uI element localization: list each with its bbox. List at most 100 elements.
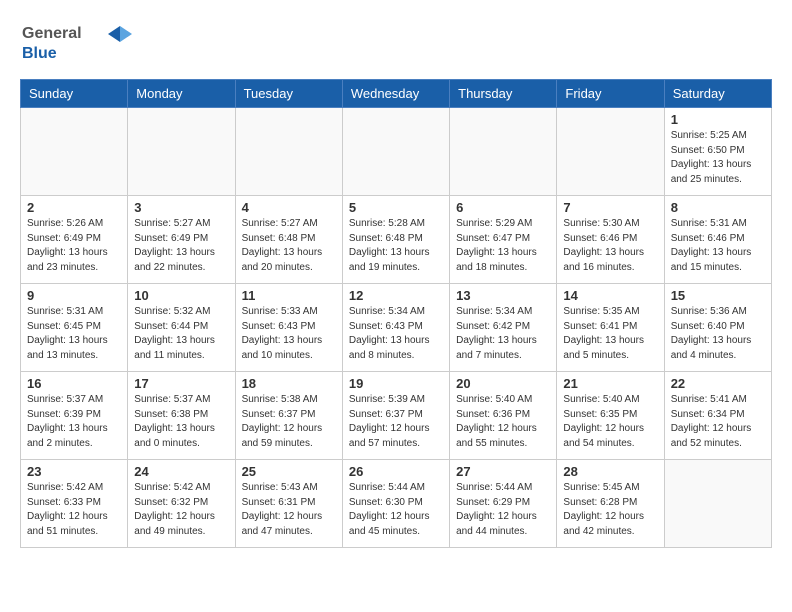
day-number: 6 <box>456 200 550 215</box>
page-container: General Blue SundayMondayTuesdayWednesda… <box>0 0 792 564</box>
calendar-cell <box>342 108 449 196</box>
weekday-header-saturday: Saturday <box>664 80 771 108</box>
day-info: Sunrise: 5:36 AM Sunset: 6:40 PM Dayligh… <box>671 305 765 363</box>
day-number: 3 <box>134 200 228 215</box>
day-info: Sunrise: 5:42 AM Sunset: 6:32 PM Dayligh… <box>134 481 228 539</box>
weekday-header-friday: Friday <box>557 80 664 108</box>
calendar-cell: 4 Sunrise: 5:27 AM Sunset: 6:48 PM Daylig… <box>235 196 342 284</box>
day-info: Sunrise: 5:37 AM Sunset: 6:38 PM Dayligh… <box>134 393 228 451</box>
day-info: Sunrise: 5:42 AM Sunset: 6:33 PM Dayligh… <box>27 481 121 539</box>
day-info: Sunrise: 5:27 AM Sunset: 6:49 PM Dayligh… <box>134 217 228 275</box>
calendar-cell: 20 Sunrise: 5:40 AM Sunset: 6:36 PM Dayli… <box>450 372 557 460</box>
day-info: Sunrise: 5:31 AM Sunset: 6:46 PM Dayligh… <box>671 217 765 275</box>
calendar-cell: 21 Sunrise: 5:40 AM Sunset: 6:35 PM Dayli… <box>557 372 664 460</box>
day-info: Sunrise: 5:39 AM Sunset: 6:37 PM Dayligh… <box>349 393 443 451</box>
day-info: Sunrise: 5:44 AM Sunset: 6:30 PM Dayligh… <box>349 481 443 539</box>
day-info: Sunrise: 5:34 AM Sunset: 6:43 PM Dayligh… <box>349 305 443 363</box>
calendar-cell <box>128 108 235 196</box>
calendar-cell <box>557 108 664 196</box>
week-row-4: 23 Sunrise: 5:42 AM Sunset: 6:33 PM Dayli… <box>21 460 772 548</box>
weekday-header-sunday: Sunday <box>21 80 128 108</box>
calendar-cell: 15 Sunrise: 5:36 AM Sunset: 6:40 PM Dayli… <box>664 284 771 372</box>
calendar-cell: 3 Sunrise: 5:27 AM Sunset: 6:49 PM Daylig… <box>128 196 235 284</box>
calendar-cell <box>450 108 557 196</box>
day-number: 20 <box>456 376 550 391</box>
day-number: 2 <box>27 200 121 215</box>
day-info: Sunrise: 5:29 AM Sunset: 6:47 PM Dayligh… <box>456 217 550 275</box>
calendar-cell: 24 Sunrise: 5:42 AM Sunset: 6:32 PM Dayli… <box>128 460 235 548</box>
day-number: 21 <box>563 376 657 391</box>
weekday-header-tuesday: Tuesday <box>235 80 342 108</box>
day-number: 4 <box>242 200 336 215</box>
day-info: Sunrise: 5:33 AM Sunset: 6:43 PM Dayligh… <box>242 305 336 363</box>
day-info: Sunrise: 5:25 AM Sunset: 6:50 PM Dayligh… <box>671 129 765 187</box>
calendar-cell: 9 Sunrise: 5:31 AM Sunset: 6:45 PM Daylig… <box>21 284 128 372</box>
logo-icon: General Blue <box>20 16 140 66</box>
day-number: 9 <box>27 288 121 303</box>
logo: General Blue <box>20 16 140 71</box>
day-info: Sunrise: 5:45 AM Sunset: 6:28 PM Dayligh… <box>563 481 657 539</box>
day-info: Sunrise: 5:41 AM Sunset: 6:34 PM Dayligh… <box>671 393 765 451</box>
calendar-cell: 14 Sunrise: 5:35 AM Sunset: 6:41 PM Dayli… <box>557 284 664 372</box>
calendar-cell: 6 Sunrise: 5:29 AM Sunset: 6:47 PM Daylig… <box>450 196 557 284</box>
day-number: 8 <box>671 200 765 215</box>
day-info: Sunrise: 5:34 AM Sunset: 6:42 PM Dayligh… <box>456 305 550 363</box>
calendar-cell: 17 Sunrise: 5:37 AM Sunset: 6:38 PM Dayli… <box>128 372 235 460</box>
day-number: 13 <box>456 288 550 303</box>
svg-text:Blue: Blue <box>22 45 57 62</box>
header: General Blue <box>20 16 772 71</box>
day-info: Sunrise: 5:37 AM Sunset: 6:39 PM Dayligh… <box>27 393 121 451</box>
day-info: Sunrise: 5:26 AM Sunset: 6:49 PM Dayligh… <box>27 217 121 275</box>
day-info: Sunrise: 5:43 AM Sunset: 6:31 PM Dayligh… <box>242 481 336 539</box>
calendar-table: SundayMondayTuesdayWednesdayThursdayFrid… <box>20 79 772 548</box>
calendar-cell: 11 Sunrise: 5:33 AM Sunset: 6:43 PM Dayli… <box>235 284 342 372</box>
week-row-3: 16 Sunrise: 5:37 AM Sunset: 6:39 PM Dayli… <box>21 372 772 460</box>
day-info: Sunrise: 5:40 AM Sunset: 6:36 PM Dayligh… <box>456 393 550 451</box>
day-number: 10 <box>134 288 228 303</box>
weekday-header-row: SundayMondayTuesdayWednesdayThursdayFrid… <box>21 80 772 108</box>
calendar-cell: 13 Sunrise: 5:34 AM Sunset: 6:42 PM Dayli… <box>450 284 557 372</box>
calendar-cell: 12 Sunrise: 5:34 AM Sunset: 6:43 PM Dayli… <box>342 284 449 372</box>
calendar-cell: 28 Sunrise: 5:45 AM Sunset: 6:28 PM Dayli… <box>557 460 664 548</box>
day-number: 16 <box>27 376 121 391</box>
calendar-cell: 7 Sunrise: 5:30 AM Sunset: 6:46 PM Daylig… <box>557 196 664 284</box>
day-info: Sunrise: 5:35 AM Sunset: 6:41 PM Dayligh… <box>563 305 657 363</box>
day-info: Sunrise: 5:40 AM Sunset: 6:35 PM Dayligh… <box>563 393 657 451</box>
day-number: 24 <box>134 464 228 479</box>
day-number: 15 <box>671 288 765 303</box>
day-number: 11 <box>242 288 336 303</box>
calendar-cell: 19 Sunrise: 5:39 AM Sunset: 6:37 PM Dayli… <box>342 372 449 460</box>
calendar-cell <box>664 460 771 548</box>
calendar-cell: 5Sunrise: 5:28 AM Sunset: 6:48 PM Daylig… <box>342 196 449 284</box>
week-row-0: 1 Sunrise: 5:25 AM Sunset: 6:50 PM Daylig… <box>21 108 772 196</box>
calendar-cell <box>21 108 128 196</box>
day-number: 7 <box>563 200 657 215</box>
calendar-cell: 22 Sunrise: 5:41 AM Sunset: 6:34 PM Dayli… <box>664 372 771 460</box>
calendar-cell: 16 Sunrise: 5:37 AM Sunset: 6:39 PM Dayli… <box>21 372 128 460</box>
day-number: 22 <box>671 376 765 391</box>
day-number: 19 <box>349 376 443 391</box>
calendar-cell: 2 Sunrise: 5:26 AM Sunset: 6:49 PM Daylig… <box>21 196 128 284</box>
calendar-cell: 10Sunrise: 5:32 AM Sunset: 6:44 PM Dayli… <box>128 284 235 372</box>
weekday-header-monday: Monday <box>128 80 235 108</box>
calendar-cell: 1 Sunrise: 5:25 AM Sunset: 6:50 PM Daylig… <box>664 108 771 196</box>
day-number: 17 <box>134 376 228 391</box>
day-number: 27 <box>456 464 550 479</box>
day-info: Sunrise: 5:31 AM Sunset: 6:45 PM Dayligh… <box>27 305 121 363</box>
day-number: 28 <box>563 464 657 479</box>
day-number: 26 <box>349 464 443 479</box>
day-number: 5 <box>349 200 443 215</box>
day-number: 1 <box>671 112 765 127</box>
calendar-cell: 25Sunrise: 5:43 AM Sunset: 6:31 PM Dayli… <box>235 460 342 548</box>
day-info: Sunrise: 5:27 AM Sunset: 6:48 PM Dayligh… <box>242 217 336 275</box>
calendar-cell: 8 Sunrise: 5:31 AM Sunset: 6:46 PM Daylig… <box>664 196 771 284</box>
week-row-2: 9 Sunrise: 5:31 AM Sunset: 6:45 PM Daylig… <box>21 284 772 372</box>
day-info: Sunrise: 5:30 AM Sunset: 6:46 PM Dayligh… <box>563 217 657 275</box>
week-row-1: 2 Sunrise: 5:26 AM Sunset: 6:49 PM Daylig… <box>21 196 772 284</box>
day-number: 18 <box>242 376 336 391</box>
calendar-cell <box>235 108 342 196</box>
day-number: 12 <box>349 288 443 303</box>
day-info: Sunrise: 5:44 AM Sunset: 6:29 PM Dayligh… <box>456 481 550 539</box>
day-number: 23 <box>27 464 121 479</box>
day-number: 14 <box>563 288 657 303</box>
